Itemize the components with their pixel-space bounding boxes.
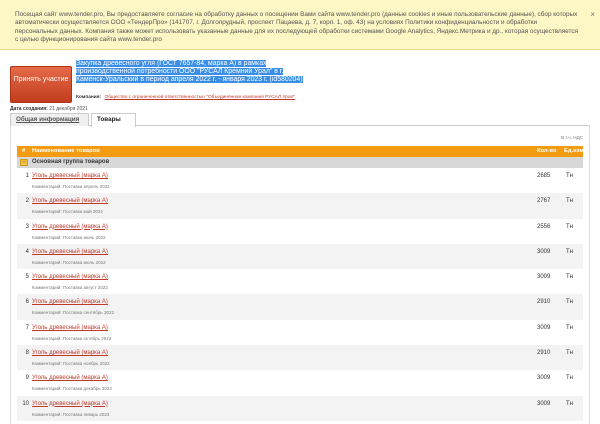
item-name-link[interactable]: Уголь древесный (марка А) — [32, 249, 108, 255]
col-num-header: # — [22, 148, 26, 154]
item-unit: Тн — [566, 248, 573, 255]
item-comment: Комментарий: Поставка сентябрь 2022 — [32, 310, 114, 316]
item-name-link[interactable]: Уголь древесный (марка А) — [32, 401, 108, 407]
item-comment: Комментарий: Поставка август 2022 — [32, 285, 108, 291]
table-row: 6 Уголь древесный (марка А) Комментарий: П… — [17, 294, 583, 320]
group-row[interactable]: – Основная группа товаров — [17, 157, 583, 168]
row-number: 2 — [25, 198, 29, 205]
tender-title-text: Закупка древесного угля (ГОСТ 7657-84, м… — [76, 60, 303, 84]
item-quantity: 2910 — [537, 299, 551, 306]
cookie-text: Посещая сайт www.tender.pro, Вы предоста… — [15, 11, 579, 44]
item-quantity: 2767 — [537, 198, 551, 205]
item-comment: Комментарий: Поставка апрель 2022 — [32, 184, 110, 189]
item-name-link[interactable]: Уголь древесный (марка А) — [32, 299, 108, 305]
item-comment: Комментарий: Поставка январь 2023 — [32, 411, 110, 417]
item-quantity: 3009 — [537, 400, 551, 407]
tab-goods[interactable]: Товары — [91, 113, 136, 127]
item-comment: Комментарий: Поставка ноябрь 2022 — [32, 361, 110, 367]
tender-title: Закупка древесного угля (ГОСТ 7657-84, м… — [76, 60, 306, 85]
item-unit: Тн — [566, 324, 573, 331]
item-unit: Тн — [566, 223, 573, 230]
item-unit: Тн — [566, 375, 573, 382]
goods-table: # Наименование товаров Кол-во Ед.изм. – … — [17, 146, 586, 421]
item-comment: Комментарий: Поставка июнь 2022 — [32, 234, 106, 240]
item-name-link[interactable]: Уголь древесный (марка А) — [32, 224, 108, 230]
item-quantity: 2685 — [537, 173, 551, 179]
date-value: 21 декабря 2021 — [49, 106, 88, 112]
cookie-banner: Посещая сайт www.tender.pro, Вы предоста… — [0, 0, 600, 50]
group-name: Основная группа товаров — [32, 159, 110, 165]
item-quantity: 3009 — [537, 248, 551, 255]
row-number: 9 — [25, 375, 29, 382]
item-quantity: 2556 — [537, 223, 551, 230]
tab-general-info[interactable]: Общая информация — [10, 113, 89, 126]
row-number: 7 — [25, 324, 29, 331]
item-quantity: 3009 — [537, 274, 551, 281]
item-name-link[interactable]: Уголь древесный (марка А) — [32, 198, 108, 204]
col-unit-header: Ед.изм. — [564, 148, 586, 154]
item-unit: Тн — [566, 274, 573, 281]
tabs-bar: Общая информация Товары — [10, 113, 590, 127]
item-quantity: 3009 — [537, 375, 551, 382]
item-unit: Тн — [566, 400, 573, 407]
table-row: 10 Уголь древесный (марка А) Комментарий: … — [17, 395, 583, 421]
table-row: 7 Уголь древесный (марка А) Комментарий: П… — [17, 320, 583, 345]
goods-panel: В т.ч. НДС # Наименование товаров Кол-во… — [10, 126, 590, 424]
company-label: Компания: — [76, 95, 102, 100]
row-number: 10 — [22, 400, 29, 407]
col-name-header: Наименование товаров — [32, 148, 100, 154]
table-row: 4 Уголь древесный (марка А) Комментарий: П… — [17, 243, 583, 270]
date-label: Дата создания: — [10, 106, 48, 112]
item-name-link[interactable]: Уголь древесный (марка А) — [32, 375, 108, 381]
apply-button[interactable]: Принять участие — [10, 66, 72, 103]
row-number: 5 — [25, 274, 29, 281]
item-unit: Тн — [566, 299, 573, 306]
item-comment: Комментарий: Поставка июль 2022 — [32, 259, 106, 265]
item-comment: Комментарий: Поставка октябрь 2022 — [32, 335, 112, 341]
item-quantity: 3009 — [537, 324, 551, 331]
item-quantity: 2910 — [537, 350, 551, 357]
table-row: 9 Уголь древесный (марка А) Комментарий: П… — [17, 370, 583, 395]
table-row: 5 Уголь древесный (марка А) Комментарий: П… — [17, 269, 583, 294]
row-number: 8 — [25, 350, 29, 357]
table-row: 8 Уголь древесный (марка А) Комментарий: П… — [17, 345, 583, 371]
table-header: # Наименование товаров Кол-во Ед.изм. — [17, 146, 586, 157]
tender-header: Принять участие Закупка древесного угля … — [10, 58, 590, 113]
row-number: 1 — [25, 173, 29, 179]
table-row: 1 Уголь древесный (марка А) Комментарий: П… — [17, 168, 583, 193]
item-comment: Комментарий: Поставка декабрь 2022 — [32, 386, 112, 392]
vat-note: В т.ч. НДС — [561, 135, 583, 140]
item-name-link[interactable]: Уголь древесный (марка А) — [32, 350, 108, 356]
table-row: 2 Уголь древесный (марка А) Комментарий: П… — [17, 193, 583, 219]
row-number: 3 — [25, 223, 29, 230]
folder-icon: – — [20, 159, 28, 166]
item-name-link[interactable]: Уголь древесный (марка А) — [32, 274, 108, 280]
item-unit: Тн — [566, 173, 573, 179]
col-qty-header: Кол-во — [537, 148, 557, 154]
row-number: 4 — [25, 248, 29, 255]
item-unit: Тн — [566, 350, 573, 357]
close-icon[interactable]: × — [590, 10, 595, 19]
item-comment: Комментарий: Поставка май 2022 — [32, 209, 103, 215]
row-number: 6 — [25, 299, 29, 306]
item-name-link[interactable]: Уголь древесный (марка А) — [32, 325, 108, 331]
company-link[interactable]: Общество с ограниченной ответственностью… — [105, 95, 296, 100]
creation-date: Дата создания: 21 декабря 2021 — [10, 106, 88, 112]
table-row: 3 Уголь древесный (марка А) Комментарий: П… — [17, 219, 583, 244]
item-unit: Тн — [566, 198, 573, 205]
company-line: Компания: Общество с ограниченной ответс… — [76, 95, 295, 100]
item-name-link[interactable]: Уголь древесный (марка А) — [32, 173, 108, 179]
table-body: 1 Уголь древесный (марка А) Комментарий: П… — [17, 168, 583, 421]
